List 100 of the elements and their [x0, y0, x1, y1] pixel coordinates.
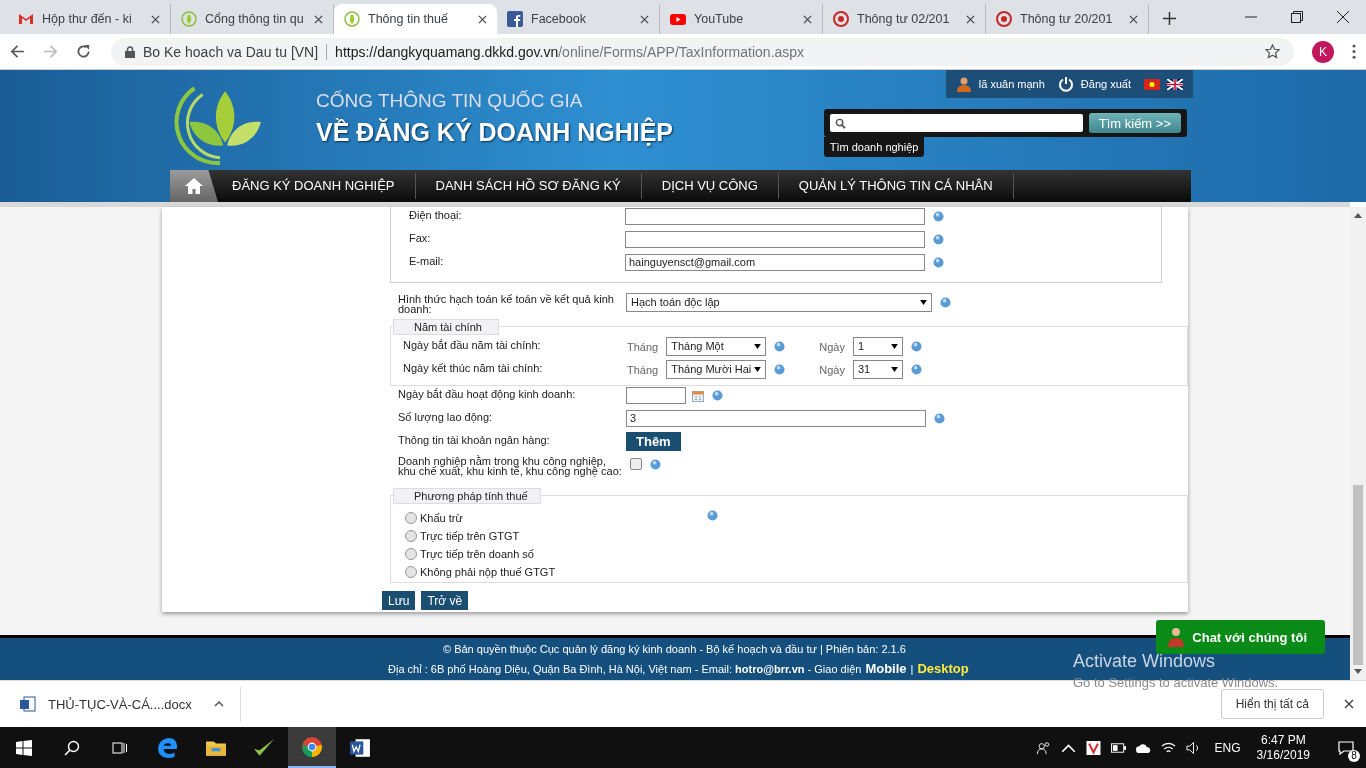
- close-icon[interactable]: [151, 14, 160, 24]
- scrollbar[interactable]: [1350, 207, 1366, 680]
- date-field[interactable]: [626, 387, 686, 404]
- text-field[interactable]: [625, 208, 925, 225]
- close-icon[interactable]: [1337, 11, 1349, 23]
- menu-icon[interactable]: [1352, 44, 1356, 59]
- browser-tab[interactable]: Thông tư 20/201: [986, 4, 1149, 34]
- restore-icon[interactable]: [1291, 11, 1303, 23]
- text-field[interactable]: 3: [626, 410, 926, 427]
- help-icon[interactable]: [774, 341, 786, 352]
- scrollbar-thumb[interactable]: [1353, 485, 1363, 665]
- nav-menu-item[interactable]: DANH SÁCH HỒ SƠ ĐĂNG KÝ: [414, 173, 641, 199]
- vietnam-flag-icon[interactable]: [1144, 78, 1160, 90]
- day-dropdown[interactable]: 31: [852, 360, 903, 379]
- text-field[interactable]: hainguyensct@gmail.com: [625, 254, 925, 271]
- nav-menu-item[interactable]: QUẢN LÝ THÔNG TIN CÁ NHÂN: [777, 173, 1014, 199]
- day-label: Ngày: [819, 340, 845, 353]
- search-tab[interactable]: Tìm doanh nghiệp: [823, 137, 925, 157]
- add-button[interactable]: Thêm: [626, 432, 681, 451]
- close-icon[interactable]: [478, 14, 487, 24]
- save-button[interactable]: Lưu: [382, 591, 416, 610]
- browser-tab[interactable]: Thông tin thuế: [334, 4, 497, 34]
- scroll-up-icon[interactable]: [1354, 213, 1362, 218]
- chat-button[interactable]: Chat với chúng tôi: [1156, 620, 1325, 654]
- user-icon: [955, 76, 972, 92]
- close-icon[interactable]: [1344, 699, 1354, 709]
- task-view-icon[interactable]: [112, 739, 128, 756]
- browser-tab[interactable]: Thông tư 02/201: [823, 4, 986, 34]
- mobile-link[interactable]: Mobile: [865, 660, 907, 676]
- download-item[interactable]: THỦ-TỤC-VÀ-CÁ....docx: [0, 686, 241, 722]
- month-dropdown[interactable]: Tháng Một: [666, 337, 767, 356]
- reload-icon[interactable]: [76, 44, 91, 59]
- home-button[interactable]: [170, 170, 218, 202]
- close-icon[interactable]: [1129, 14, 1138, 24]
- close-icon[interactable]: [803, 14, 812, 24]
- field-label: Fax:: [408, 231, 432, 244]
- windows-start-icon[interactable]: [16, 739, 32, 756]
- help-icon[interactable]: [650, 458, 661, 470]
- language-indicator[interactable]: ENG: [1214, 740, 1241, 755]
- people-icon[interactable]: [1035, 740, 1051, 755]
- help-icon[interactable]: [933, 211, 944, 222]
- facebook-icon: [507, 11, 523, 27]
- seal-icon: [996, 11, 1012, 27]
- clock[interactable]: 6:47 PM 3/16/2019: [1250, 732, 1316, 763]
- plus-icon[interactable]: [1163, 12, 1176, 25]
- portal-title: VỀ ĐĂNG KÝ DOANH NGHIỆP: [316, 118, 673, 147]
- back-button[interactable]: Trở về: [421, 591, 469, 610]
- back-arrow-icon[interactable]: [10, 44, 25, 59]
- radio-button[interactable]: [405, 566, 417, 578]
- help-icon[interactable]: [774, 364, 786, 375]
- browser-tab[interactable]: YouTube: [660, 4, 823, 34]
- radio-button[interactable]: [405, 530, 417, 542]
- profile-avatar[interactable]: K: [1312, 40, 1334, 63]
- help-icon[interactable]: [910, 341, 922, 352]
- volume-icon[interactable]: [1185, 740, 1201, 755]
- help-icon[interactable]: [910, 364, 922, 375]
- notification-button[interactable]: 8: [1326, 732, 1366, 763]
- dropdown[interactable]: Hạch toán độc lập: [626, 293, 932, 312]
- close-icon[interactable]: [314, 14, 323, 24]
- section-legend: Phương pháp tính thuế: [393, 488, 541, 504]
- checkbox[interactable]: [630, 458, 642, 470]
- wifi-icon[interactable]: [1160, 740, 1176, 755]
- help-icon[interactable]: [940, 297, 951, 308]
- star-icon[interactable]: [1265, 44, 1280, 59]
- browser-tab[interactable]: Hộp thư đến - ki: [8, 4, 171, 34]
- nav-menu-item[interactable]: ĐĂNG KÝ DOANH NGHIỆP: [232, 173, 415, 199]
- calendar-icon[interactable]: [692, 389, 704, 402]
- address-bar[interactable]: Bo Ke hoach va Dau tu [VN] https://dangkyquamang.dkkd.gov.vn/online/Forms/APP/TaxInformation.aspx: [111, 37, 1294, 66]
- seal-icon: [833, 11, 849, 27]
- search-icon[interactable]: [64, 739, 80, 756]
- scroll-down-icon[interactable]: [1354, 669, 1362, 674]
- nav-menu-item[interactable]: DỊCH VỤ CÔNG: [640, 173, 778, 199]
- battery-icon[interactable]: [1110, 740, 1126, 755]
- antivirus-icon[interactable]: [1085, 740, 1101, 755]
- document-icon: [20, 696, 36, 712]
- help-icon[interactable]: [934, 413, 945, 424]
- text-field[interactable]: [625, 231, 925, 248]
- close-icon[interactable]: [640, 14, 649, 24]
- search-field[interactable]: [829, 114, 1083, 132]
- month-dropdown[interactable]: Tháng Mười Hai: [666, 360, 767, 379]
- show-all-button[interactable]: Hiển thị tất cả: [1220, 689, 1324, 719]
- logout-link[interactable]: Đăng xuất: [1080, 78, 1131, 90]
- help-icon[interactable]: [712, 390, 723, 401]
- copyright-text: © Bản quyền thuộc Cục quản lý đăng ký kinh doanh - Bộ kế hoạch và đầu tư | Phiên bản: 2.1.6: [443, 642, 906, 655]
- browser-tab[interactable]: Facebook: [497, 4, 660, 34]
- desktop-link[interactable]: Desktop: [917, 660, 969, 676]
- user-name-link[interactable]: lã xuân mạnh: [978, 78, 1045, 90]
- power-icon: [1057, 76, 1074, 92]
- taskbar-app[interactable]: [288, 727, 336, 768]
- day-dropdown[interactable]: 1: [852, 337, 903, 356]
- radio-button[interactable]: [405, 512, 417, 524]
- close-icon[interactable]: [966, 14, 975, 24]
- option-label: Không phải nộp thuế GTGT: [420, 566, 556, 578]
- address-text: Địa chỉ : 6B phố Hoàng Diệu, Quận Ba Đình, Hà Nội, Việt nam - Email: hotro@brr.vn - Giao diện: [388, 662, 862, 675]
- uk-flag-icon[interactable]: [1167, 78, 1183, 90]
- day-label: Ngày: [819, 363, 845, 376]
- help-icon[interactable]: [707, 510, 718, 521]
- help-icon[interactable]: [933, 257, 944, 268]
- radio-button[interactable]: [405, 548, 417, 560]
- help-icon[interactable]: [933, 234, 944, 245]
